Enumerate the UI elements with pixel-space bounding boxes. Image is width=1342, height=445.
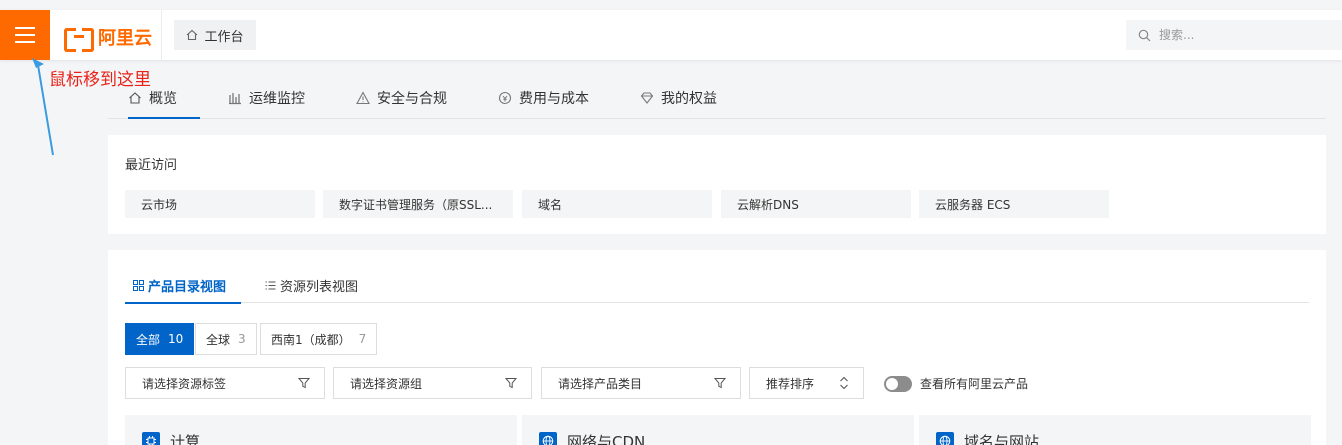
tab-cost[interactable]: 费用与成本 [498, 78, 589, 118]
tab-resource-list-view[interactable]: 资源列表视图 [265, 268, 358, 303]
grid-icon [133, 279, 144, 291]
tab-label: 运维监控 [249, 91, 305, 107]
resource-tag-select[interactable]: 请选择资源标签 [125, 367, 325, 399]
recent-visits-card: 最近访问 云市场 数字证书管理服务（原SSL... 域名 云解析DNS 云服务器… [108, 135, 1326, 234]
region-count: 10 [168, 332, 184, 346]
warning-icon [356, 91, 370, 105]
filter-icon [505, 378, 517, 389]
search-input[interactable] [1159, 28, 1329, 42]
region-filter-global[interactable]: 全球 3 [195, 323, 257, 355]
region-label: 全球 [206, 332, 231, 347]
tab-security-compliance[interactable]: 安全与合规 [356, 78, 447, 118]
view-tab-label: 资源列表视图 [280, 280, 359, 295]
logo-text: 阿里云 [98, 28, 152, 49]
menu-line [15, 27, 35, 29]
hamburger-menu-button[interactable] [0, 10, 50, 60]
workbench-button[interactable]: 工作台 [174, 20, 256, 50]
workbench-label: 工作台 [204, 29, 244, 45]
top-bar: 阿里云 工作台 [0, 10, 1342, 60]
region-label: 西南1（成都） [271, 332, 351, 347]
show-all-products-toggle[interactable] [884, 375, 912, 392]
resource-group-select[interactable]: 请选择资源组 [333, 367, 532, 399]
sort-chevron-icon [840, 376, 848, 390]
category-network-cdn[interactable]: 网络与CDN [522, 415, 914, 445]
region-count: 7 [358, 332, 367, 346]
aliyun-logo-mark-icon [64, 28, 94, 52]
tab-ops-monitoring[interactable]: 运维监控 [228, 78, 305, 118]
cost-icon [498, 91, 512, 105]
toggle-label: 查看所有阿里云产品 [920, 377, 1029, 391]
filter-icon [714, 378, 726, 389]
diamond-icon [640, 92, 654, 104]
select-placeholder: 请选择资源标签 [142, 376, 227, 391]
select-placeholder: 请选择资源组 [350, 376, 423, 391]
recent-item[interactable]: 云市场 [125, 190, 315, 218]
region-label: 全部 [136, 332, 161, 347]
region-filter-all[interactable]: 全部 10 [125, 323, 195, 355]
products-card: 产品目录视图 资源列表视图 全部 10 全球 3 西南1（成都） 7 请选择资源… [108, 250, 1326, 445]
divider [161, 10, 162, 60]
globe-icon [936, 432, 954, 445]
tab-my-benefits[interactable]: 我的权益 [640, 78, 717, 118]
category-domain-website[interactable]: 域名与网站 [919, 415, 1311, 445]
tab-label: 概览 [149, 90, 177, 107]
sort-label: 推荐排序 [766, 376, 815, 391]
tab-label: 费用与成本 [519, 91, 589, 107]
recent-item[interactable]: 云服务器 ECS [919, 190, 1109, 218]
search-icon [1138, 29, 1151, 41]
category-compute[interactable]: 计算 [125, 415, 517, 445]
menu-line [15, 34, 35, 36]
view-tabs: 产品目录视图 资源列表视图 [125, 268, 1309, 304]
category-label: 域名与网站 [964, 433, 1040, 445]
cpu-icon [142, 432, 160, 445]
aliyun-logo[interactable]: 阿里云 [64, 24, 152, 52]
tab-label: 安全与合规 [377, 91, 447, 107]
view-tab-label: 产品目录视图 [148, 279, 227, 295]
overview-tabs: 概览 运维监控 安全与合规 费用与成本 我的权益 [108, 78, 1326, 119]
recent-item[interactable]: 云解析DNS [721, 190, 911, 218]
category-label: 计算 [170, 433, 201, 445]
recent-item[interactable]: 域名 [522, 190, 712, 218]
home-icon [129, 91, 141, 104]
tab-product-catalog-view[interactable]: 产品目录视图 [125, 268, 241, 304]
tab-label: 我的权益 [661, 91, 717, 107]
search-box[interactable] [1126, 20, 1342, 50]
recent-item[interactable]: 数字证书管理服务（原SSL... [323, 190, 513, 218]
recent-visits-title: 最近访问 [125, 158, 178, 173]
globe-icon [539, 432, 557, 445]
product-category-select[interactable]: 请选择产品类目 [541, 367, 741, 399]
list-icon [265, 281, 276, 290]
menu-line [15, 41, 35, 43]
category-label: 网络与CDN [567, 433, 646, 445]
sort-select[interactable]: 推荐排序 [749, 367, 864, 399]
region-count: 3 [238, 332, 246, 346]
tab-overview[interactable]: 概览 [128, 78, 200, 119]
bar-chart-icon [229, 93, 241, 105]
home-icon [187, 29, 198, 41]
filter-icon [298, 378, 310, 389]
select-placeholder: 请选择产品类目 [558, 376, 643, 391]
region-filter-chengdu[interactable]: 西南1（成都） 7 [260, 323, 378, 355]
show-all-products-toggle-group: 查看所有阿里云产品 [884, 375, 1028, 392]
